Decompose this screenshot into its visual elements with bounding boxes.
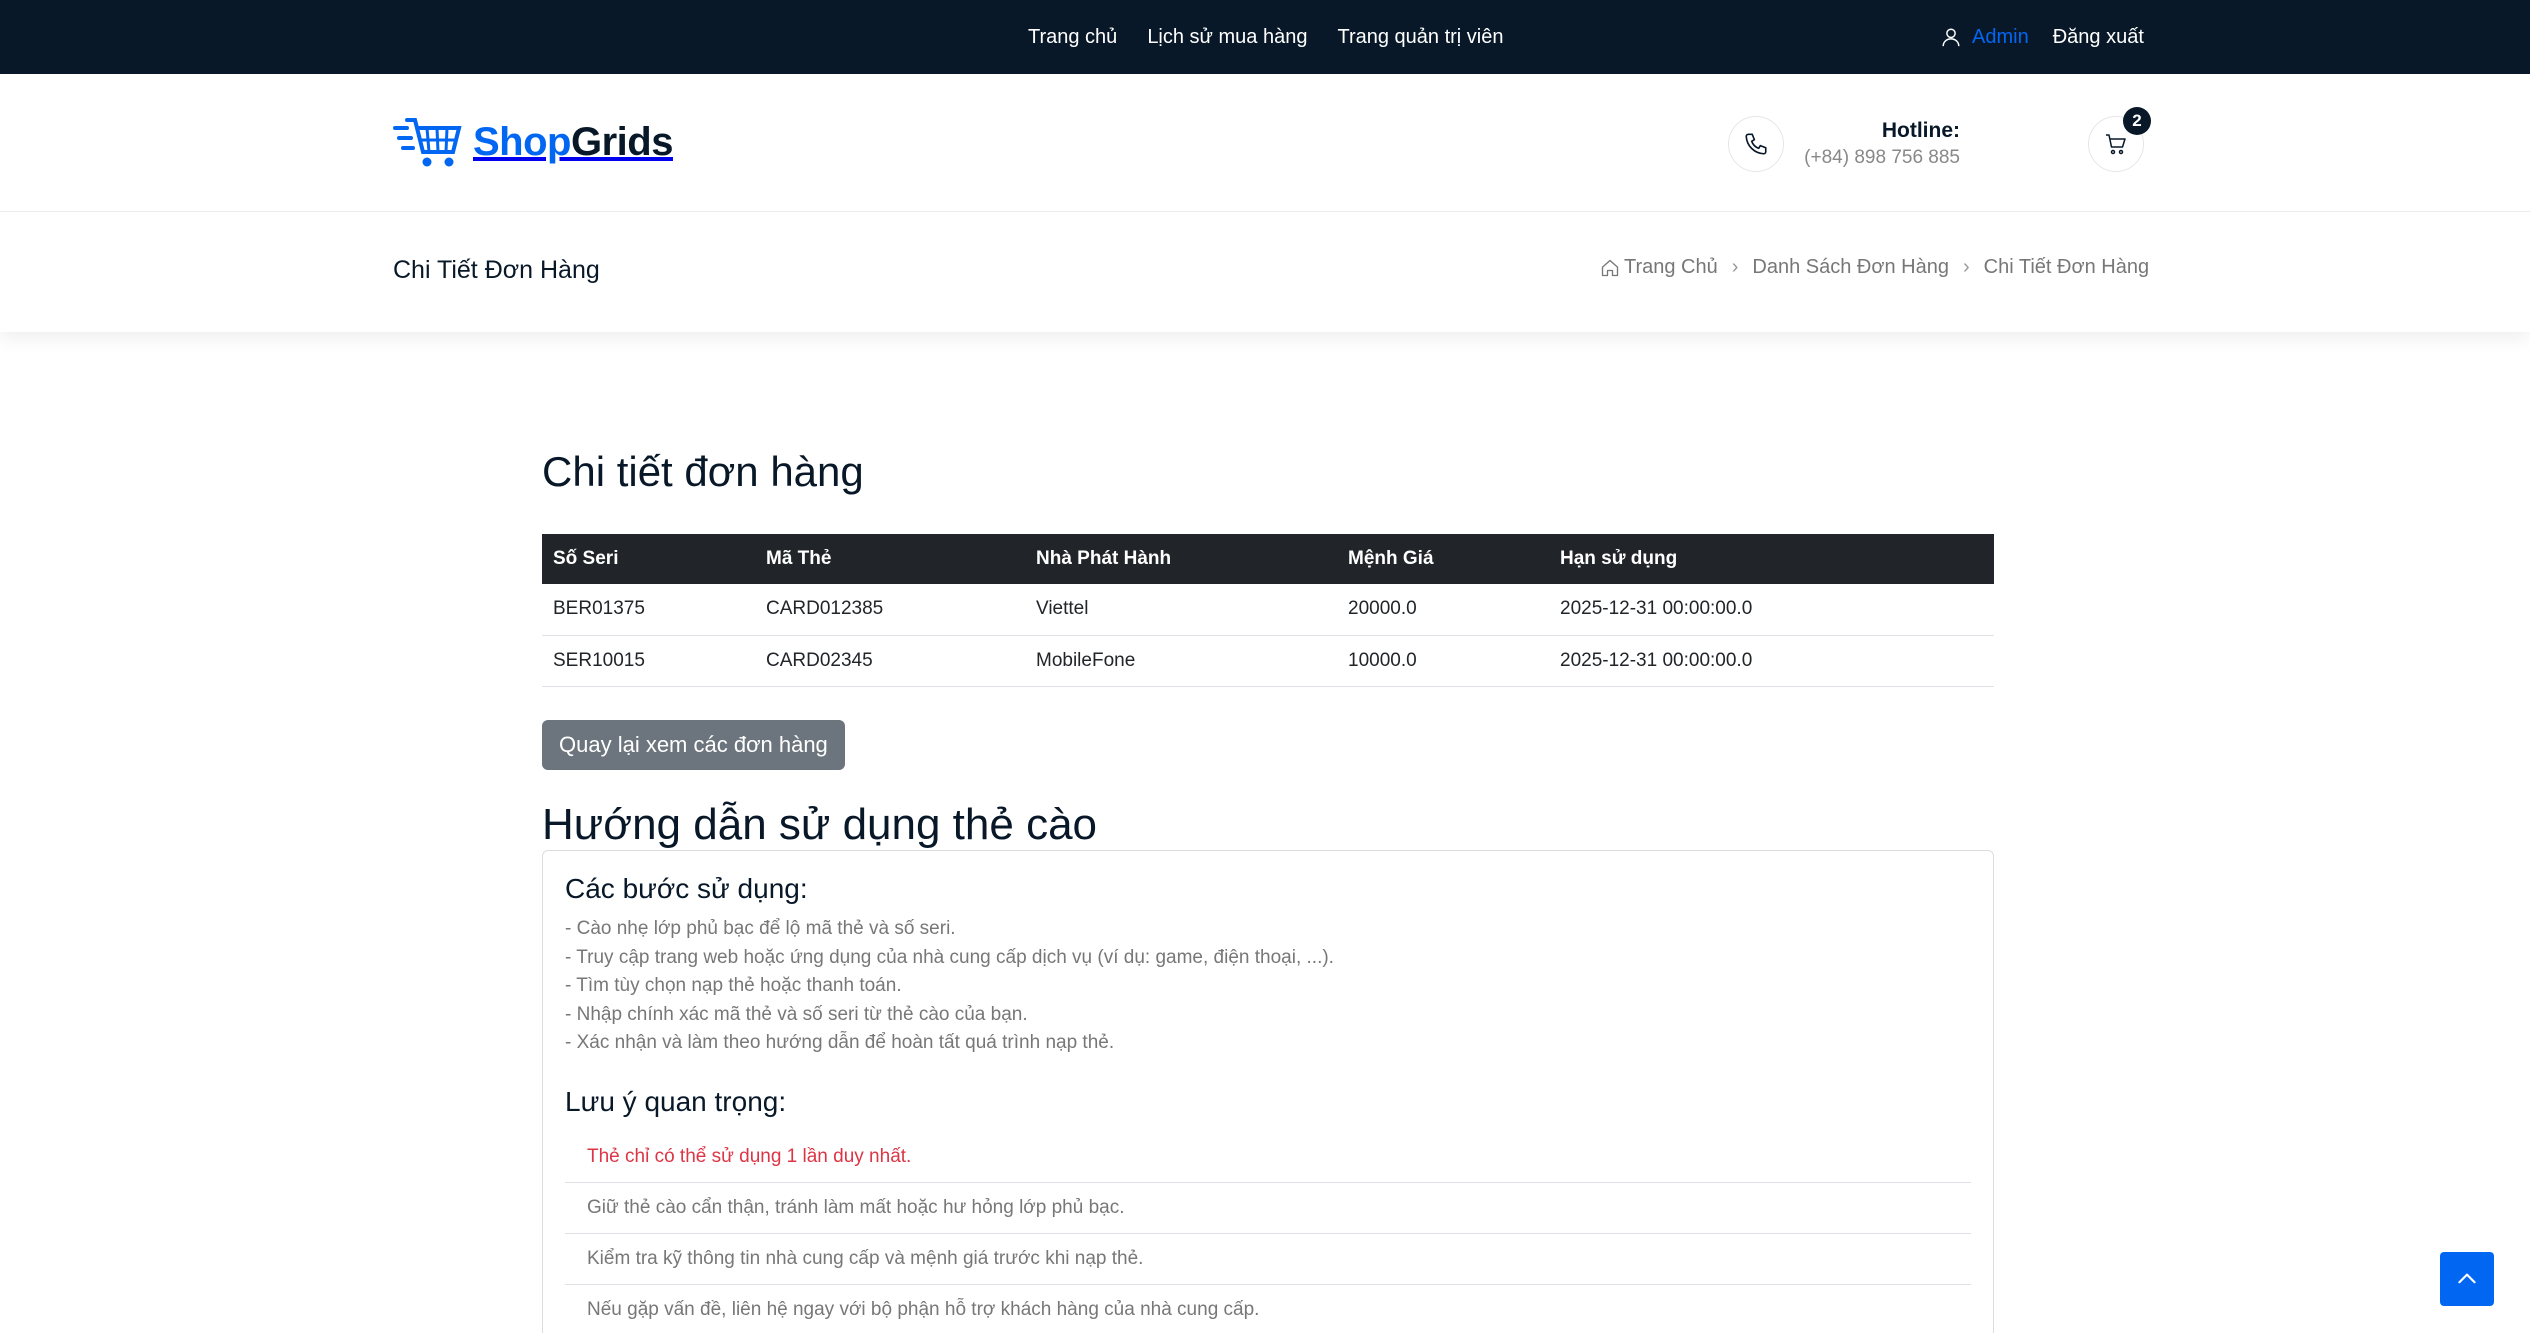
table-row: SER10015 CARD02345 MobileFone 10000.0 20… [542, 635, 1994, 687]
step-item: - Cào nhẹ lớp phủ bạc để lộ mã thẻ và số… [565, 918, 956, 939]
hotline-label: Hotline: [1881, 119, 1960, 142]
column-header-card-code: Mã Thẻ [755, 534, 1025, 584]
logo[interactable]: ShopGrids [393, 114, 673, 170]
cell-serial: BER01375 [542, 584, 755, 636]
guide-heading: Hướng dẫn sử dụng thẻ cào [542, 800, 1098, 849]
chevron-right-icon: › [1731, 256, 1739, 278]
nav-admin-page-link[interactable]: Trang quản trị viên [1337, 26, 1503, 49]
breadcrumb-home-label: Trang Chủ [1624, 256, 1718, 278]
user-account-link[interactable]: Admin [1940, 26, 2029, 49]
steps-title: Các bước sử dụng: [565, 873, 808, 904]
logo-text-shop: Shop [473, 119, 571, 164]
logo-text: ShopGrids [473, 120, 673, 165]
note-item: Nếu gặp vấn đề, liên hệ ngay với bộ phận… [565, 1285, 1971, 1333]
cell-publisher: Viettel [1025, 584, 1337, 636]
nav-purchase-history-link[interactable]: Lịch sử mua hàng [1147, 26, 1307, 49]
guide-card: Các bước sử dụng: - Cào nhẹ lớp phủ bạc … [542, 850, 1994, 1333]
breadcrumb-section: Chi Tiết Đơn Hàng Trang Chủ › Danh Sách … [0, 212, 2530, 332]
phone-icon [1728, 116, 1784, 172]
home-icon [1601, 259, 1619, 276]
step-item: - Nhập chính xác mã thẻ và số seri từ th… [565, 1003, 1028, 1025]
header: ShopGrids Hotline: (+84) 898 756 885 2 [0, 74, 2530, 212]
steps-list: - Cào nhẹ lớp phủ bạc để lộ mã thẻ và số… [565, 915, 1971, 1058]
back-to-orders-button[interactable]: Quay lại xem các đơn hàng [542, 720, 845, 770]
cell-serial: SER10015 [542, 635, 755, 687]
breadcrumb-order-list[interactable]: Danh Sách Đơn Hàng [1752, 256, 1949, 279]
hotline: Hotline: (+84) 898 756 885 [1728, 116, 1960, 172]
notes-title: Lưu ý quan trọng: [565, 1085, 787, 1117]
cell-expiry: 2025-12-31 00:00:00.0 [1549, 584, 1994, 636]
table-header-row: Số Seri Mã Thẻ Nhà Phát Hành Mệnh Giá Hạ… [542, 534, 1994, 584]
logo-text-grids: Grids [570, 119, 673, 164]
hotline-number: (+84) 898 756 885 [1804, 147, 1960, 168]
note-item: Giữ thẻ cào cẩn thận, tránh làm mất hoặc… [565, 1183, 1971, 1234]
column-header-value: Mệnh Giá [1337, 534, 1549, 584]
step-item: - Truy cập trang web hoặc ứng dụng của n… [565, 946, 1334, 968]
note-item-warning: Thẻ chỉ có thể sử dụng 1 lần duy nhất. [565, 1132, 1971, 1183]
cell-card-code: CARD02345 [755, 635, 1025, 687]
cart-logo-icon [393, 118, 462, 167]
scroll-to-top-button[interactable] [2440, 1252, 2494, 1306]
user-name: Admin [1972, 25, 2029, 48]
column-header-expiry: Hạn sử dụng [1549, 534, 1994, 584]
cell-value: 20000.0 [1337, 584, 1549, 636]
logout-link[interactable]: Đăng xuất [2053, 26, 2144, 49]
cell-value: 10000.0 [1337, 635, 1549, 687]
note-item: Kiểm tra kỹ thông tin nhà cung cấp và mệ… [565, 1234, 1971, 1285]
order-detail-heading: Chi tiết đơn hàng [542, 448, 864, 495]
arrow-up-icon [2458, 1273, 2476, 1284]
step-item: - Xác nhận và làm theo hướng dẫn để hoàn… [565, 1032, 1115, 1053]
cart-icon [2106, 134, 2126, 155]
nav-home-link[interactable]: Trang chủ [1028, 26, 1117, 49]
breadcrumb-home[interactable]: Trang Chủ [1600, 256, 1718, 279]
cart-button[interactable]: 2 [2088, 107, 2151, 172]
cell-expiry: 2025-12-31 00:00:00.0 [1549, 635, 1994, 687]
order-table: Số Seri Mã Thẻ Nhà Phát Hành Mệnh Giá Hạ… [542, 534, 1994, 687]
breadcrumb-current: Chi Tiết Đơn Hàng [1983, 256, 2150, 278]
step-item: - Tìm tùy chọn nạp thẻ hoặc thanh toán. [565, 975, 902, 996]
user-menu: Admin Đăng xuất [1940, 0, 2144, 74]
cart-count-badge: 2 [2123, 107, 2151, 135]
topbar: Trang chủ Lịch sử mua hàng Trang quản tr… [0, 0, 2530, 74]
top-nav: Trang chủ Lịch sử mua hàng Trang quản tr… [1028, 0, 1503, 74]
page-title: Chi Tiết Đơn Hàng [393, 256, 600, 284]
chevron-right-icon: › [1962, 256, 1970, 278]
column-header-publisher: Nhà Phát Hành [1025, 534, 1337, 584]
cell-card-code: CARD012385 [755, 584, 1025, 636]
breadcrumb: Trang Chủ › Danh Sách Đơn Hàng › Chi Tiế… [1600, 256, 2149, 279]
cell-publisher: MobileFone [1025, 635, 1337, 687]
table-row: BER01375 CARD012385 Viettel 20000.0 2025… [542, 584, 1994, 636]
user-icon [1942, 28, 1960, 47]
column-header-serial: Số Seri [542, 534, 755, 584]
notes-list: Thẻ chỉ có thể sử dụng 1 lần duy nhất. G… [565, 1132, 1971, 1333]
hotline-text: Hotline: (+84) 898 756 885 [1800, 119, 1960, 169]
